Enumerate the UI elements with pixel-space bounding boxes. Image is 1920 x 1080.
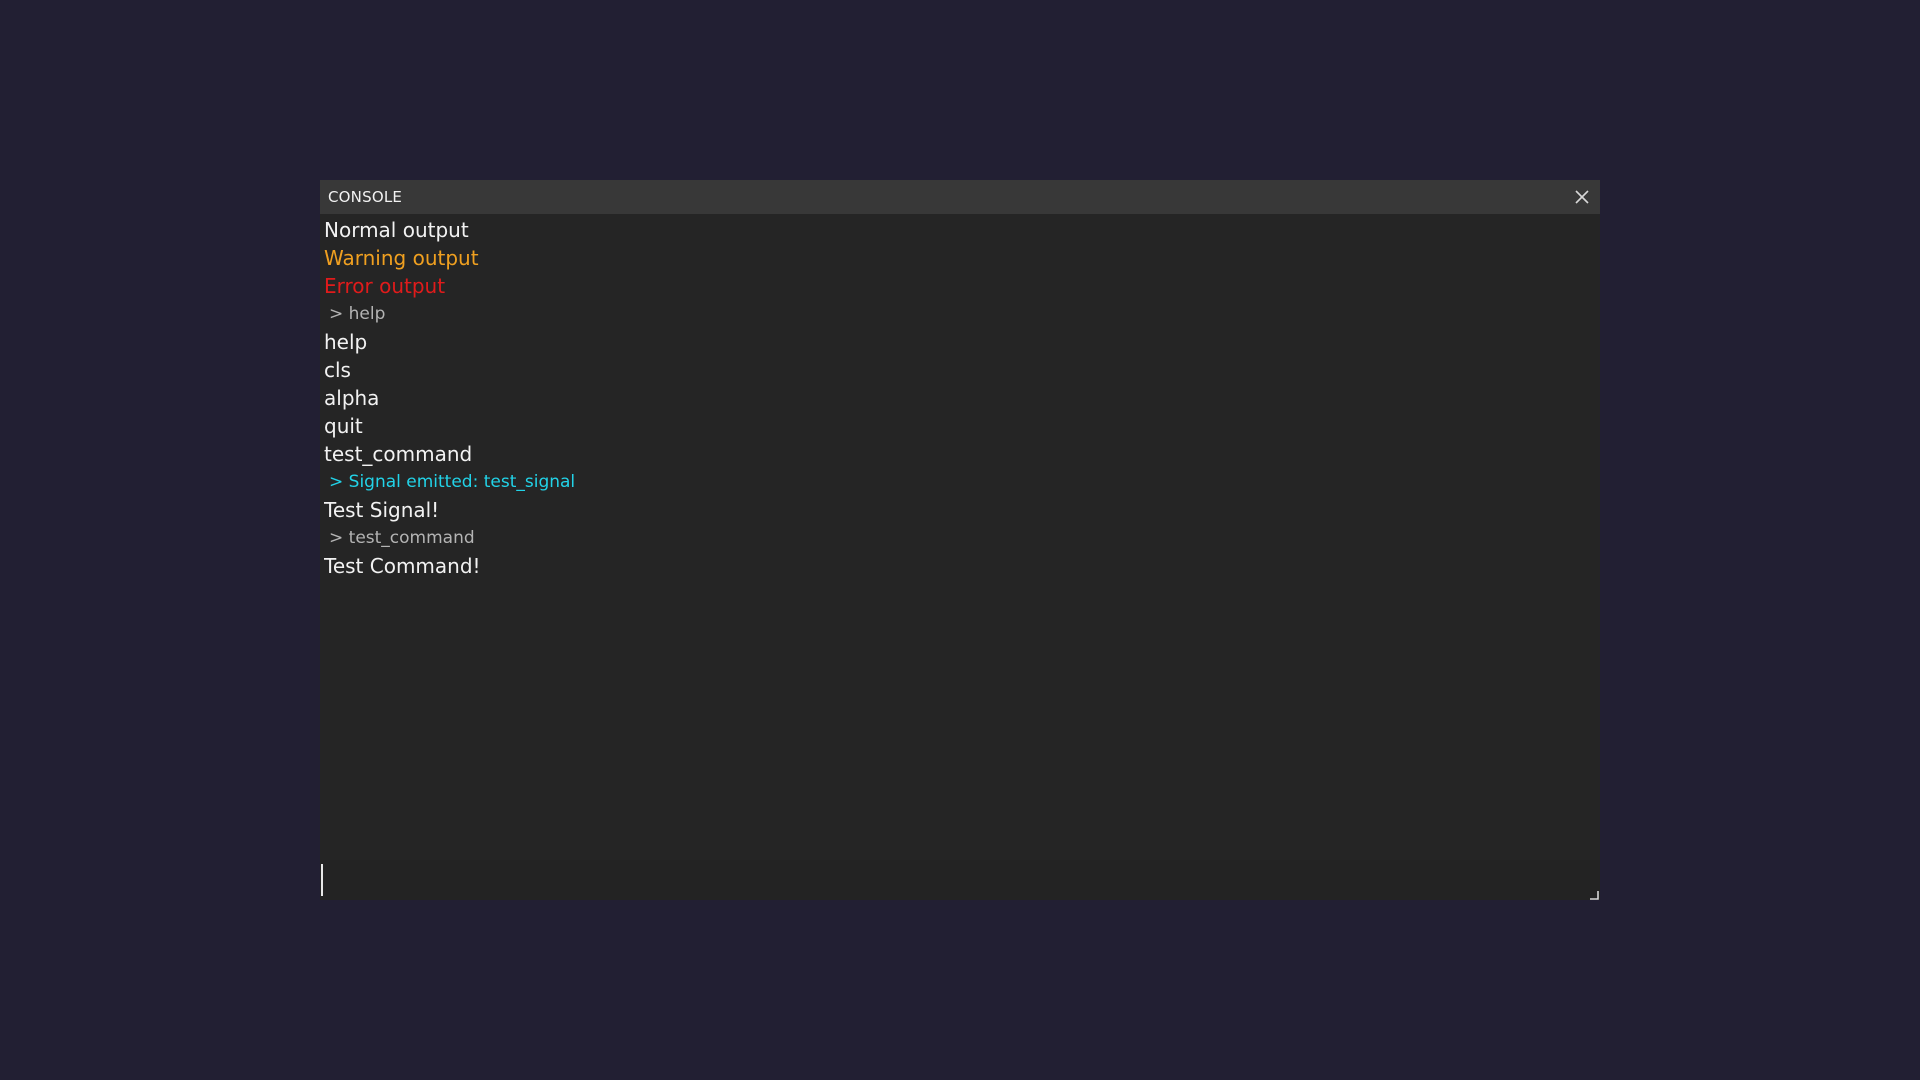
command-input[interactable] [320, 860, 1580, 900]
log-line: Test Command! [324, 554, 481, 578]
log-line: help [324, 330, 368, 354]
log-line: quit [324, 414, 363, 438]
log-line: Normal output [324, 218, 469, 242]
console-title-bar[interactable]: CONSOLE [320, 180, 1600, 214]
log-line: Test Signal! [324, 498, 440, 522]
resize-grip-icon [1590, 891, 1599, 900]
resize-grip[interactable] [1586, 886, 1600, 900]
console-window: CONSOLE Normal output Warning output Err… [320, 180, 1600, 900]
log-line: > Signal emitted: test_signal [329, 472, 576, 492]
log-line: > help [329, 304, 386, 324]
close-icon [1575, 190, 1589, 204]
log-line: test_command [324, 442, 473, 466]
command-input-bar [320, 860, 1600, 900]
log-line: cls [324, 358, 351, 382]
log-line: > test_command [329, 528, 475, 548]
log-line: alpha [324, 386, 380, 410]
console-title: CONSOLE [328, 188, 403, 206]
close-button[interactable] [1570, 185, 1594, 209]
log-line: Error output [324, 274, 446, 298]
log-line: Warning output [324, 246, 479, 270]
console-log[interactable]: Normal output Warning output Error outpu… [324, 216, 1594, 1036]
